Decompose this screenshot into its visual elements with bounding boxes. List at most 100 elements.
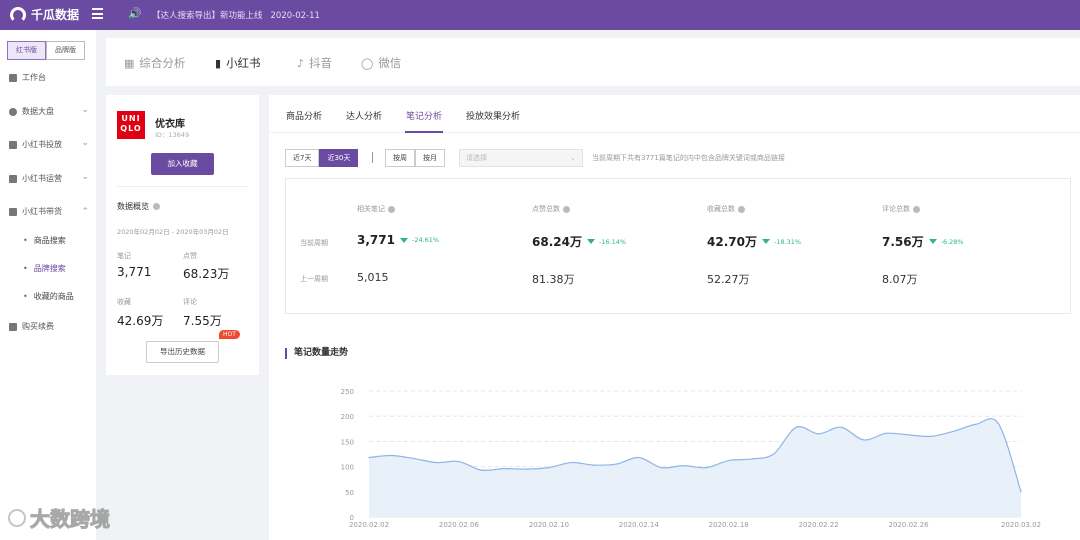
area-fill <box>369 418 1021 517</box>
sidebar-subitem-product-search[interactable]: 商品搜索 <box>23 235 66 246</box>
data-point <box>480 469 483 471</box>
sidebar-item-workbench[interactable]: 工作台 <box>9 72 89 83</box>
down-arrow-icon <box>928 239 937 244</box>
brand-name: 优衣库 <box>155 119 185 130</box>
note-trend-chart: 0501001502002502020.02.02 2020.02.06 2020.… <box>341 388 1041 529</box>
previous-value: 5,015 <box>357 271 389 284</box>
current-value-text: 42.70万 <box>707 235 757 249</box>
tab-note-analysis[interactable]: 笔记分析 <box>406 109 442 122</box>
current-value-text: 7.56万 <box>882 235 924 249</box>
data-point <box>458 460 460 463</box>
data-point <box>728 459 730 462</box>
export-history-button[interactable]: 导出历史数据 <box>146 341 219 363</box>
period-note: 当前周期下共有3771篇笔记的内中包含品牌关键词或商品链接 <box>592 154 785 162</box>
data-point <box>840 426 842 428</box>
pie-chart-icon <box>9 107 17 116</box>
x-tick-label: 2020.03.02 <box>1001 521 1041 529</box>
y-tick-label: 100 <box>341 464 354 472</box>
previous-value: 81.38万 <box>532 273 575 286</box>
data-point <box>907 434 910 436</box>
y-tick-label: 50 <box>345 489 354 497</box>
data-point <box>390 454 393 457</box>
tab-kol-analysis[interactable]: 达人分析 <box>346 109 382 122</box>
app-logo[interactable]: 千瓜数据 <box>10 6 79 23</box>
change-percent: -6.28% <box>940 237 964 246</box>
watermark-text: 大数跨境 <box>30 507 111 532</box>
sidebar-item-label: 数据大盘 <box>22 107 54 116</box>
sidebar-subitem-brand-search[interactable]: 品牌搜索 <box>23 263 66 274</box>
range-30d-button[interactable]: 近30天 <box>319 149 359 167</box>
by-week-button[interactable]: 按周 <box>385 149 415 167</box>
previous-value: 8.07万 <box>882 273 918 286</box>
sidebar-item-commerce[interactable]: 小红书带货 ⌃ <box>9 206 89 217</box>
data-point <box>863 439 865 441</box>
by-month-button[interactable]: 按月 <box>415 149 445 167</box>
sidebar-item-operation[interactable]: 小红书运营 ⌄ <box>9 172 89 184</box>
notice-text: 【达人搜索导出】新功能上线 <box>152 11 263 21</box>
help-icon[interactable] <box>563 205 570 213</box>
notice-date: 2020-02-11 <box>270 11 320 21</box>
hot-badge: HOT <box>219 330 240 339</box>
select-placeholder: 请选择 <box>466 154 487 162</box>
data-point <box>795 426 797 428</box>
column-header: 评论总数 <box>882 204 920 214</box>
ad-icon <box>9 140 17 149</box>
watermark-logo-icon <box>8 508 26 527</box>
tab-xiaohongshu[interactable]: ▮ 小红书 <box>215 55 261 71</box>
brand-logo-line1: UNI <box>121 114 141 123</box>
range-7d-button[interactable]: 近7天 <box>285 149 320 167</box>
help-icon[interactable] <box>388 205 395 213</box>
stat-value-collects: 42.69万 <box>117 314 164 328</box>
period-select[interactable]: 请选择 ⌄ <box>459 149 583 167</box>
current-value: 3,771 -24.61% <box>357 233 439 247</box>
data-point <box>593 464 595 466</box>
current-value-text: 3,771 <box>357 233 395 247</box>
version-switch: 红书版 品牌版 <box>7 41 85 60</box>
data-point <box>818 433 820 435</box>
help-icon[interactable] <box>913 205 920 213</box>
sidebar-item-ads[interactable]: 小红书投放 ⌄ <box>9 138 89 150</box>
x-tick-label: 2020.02.02 <box>349 521 389 529</box>
help-icon[interactable] <box>153 203 160 210</box>
menu-toggle-icon[interactable] <box>92 8 103 19</box>
version-tab-brand[interactable]: 品牌版 <box>46 41 85 60</box>
add-favorite-button[interactable]: 加入收藏 <box>151 153 214 175</box>
data-point <box>997 423 1000 425</box>
data-point <box>570 461 572 464</box>
data-point <box>683 464 685 467</box>
help-icon[interactable] <box>738 205 745 213</box>
tab-wechat[interactable]: ◯ 微信 <box>361 55 401 71</box>
tab-label: 小红书 <box>226 56 261 70</box>
logo-icon <box>10 6 26 23</box>
date-range: 2020年02月02日 - 2020年03月02日 <box>117 228 229 236</box>
tab-ad-effect-analysis[interactable]: 投放效果分析 <box>466 109 520 122</box>
tab-product-analysis[interactable]: 商品分析 <box>286 109 322 122</box>
tab-overall[interactable]: ▦ 综合分析 <box>124 55 185 71</box>
music-note-icon: ♪ <box>297 56 305 70</box>
change-percent: -24.61% <box>411 236 440 244</box>
stat-value-likes: 68.23万 <box>183 267 230 281</box>
tab-label: 微信 <box>378 56 402 70</box>
sidebar-subitem-favorites[interactable]: 收藏的商品 <box>23 291 74 302</box>
change-percent: -16.14% <box>598 237 627 246</box>
x-tick-label: 2020.02.22 <box>799 521 839 529</box>
y-tick-label: 200 <box>341 413 354 421</box>
data-point <box>885 432 887 434</box>
data-point <box>750 458 752 460</box>
analysis-tabs: 商品分析 达人分析 笔记分析 投放效果分析 <box>269 95 1080 133</box>
column-header: 点赞总数 <box>532 204 570 214</box>
sidebar-item-purchase[interactable]: 购买续费 <box>9 321 89 332</box>
overview-title-text: 数据概览 <box>117 202 149 211</box>
tab-douyin[interactable]: ♪ 抖音 <box>297 55 332 71</box>
overview-title: 数据概览 <box>117 201 160 212</box>
grid-icon: ▦ <box>124 56 135 70</box>
tab-label: 综合分析 <box>139 56 186 70</box>
data-point <box>548 467 550 469</box>
sidebar-item-label: 小红书投放 <box>22 140 62 149</box>
notice-bar[interactable]: 【达人搜索导出】新功能上线 2020-02-11 <box>152 9 320 21</box>
stat-label-likes: 点赞 <box>183 252 197 260</box>
stats-table: 当前周期 上一周期 相关笔记 3,771 -24.61% 5,015 点赞总数 6… <box>285 178 1071 314</box>
sidebar-item-label: 小红书带货 <box>22 207 62 216</box>
version-tab-redbook[interactable]: 红书版 <box>7 41 46 60</box>
sidebar-item-market[interactable]: 数据大盘 ⌄ <box>9 105 89 117</box>
